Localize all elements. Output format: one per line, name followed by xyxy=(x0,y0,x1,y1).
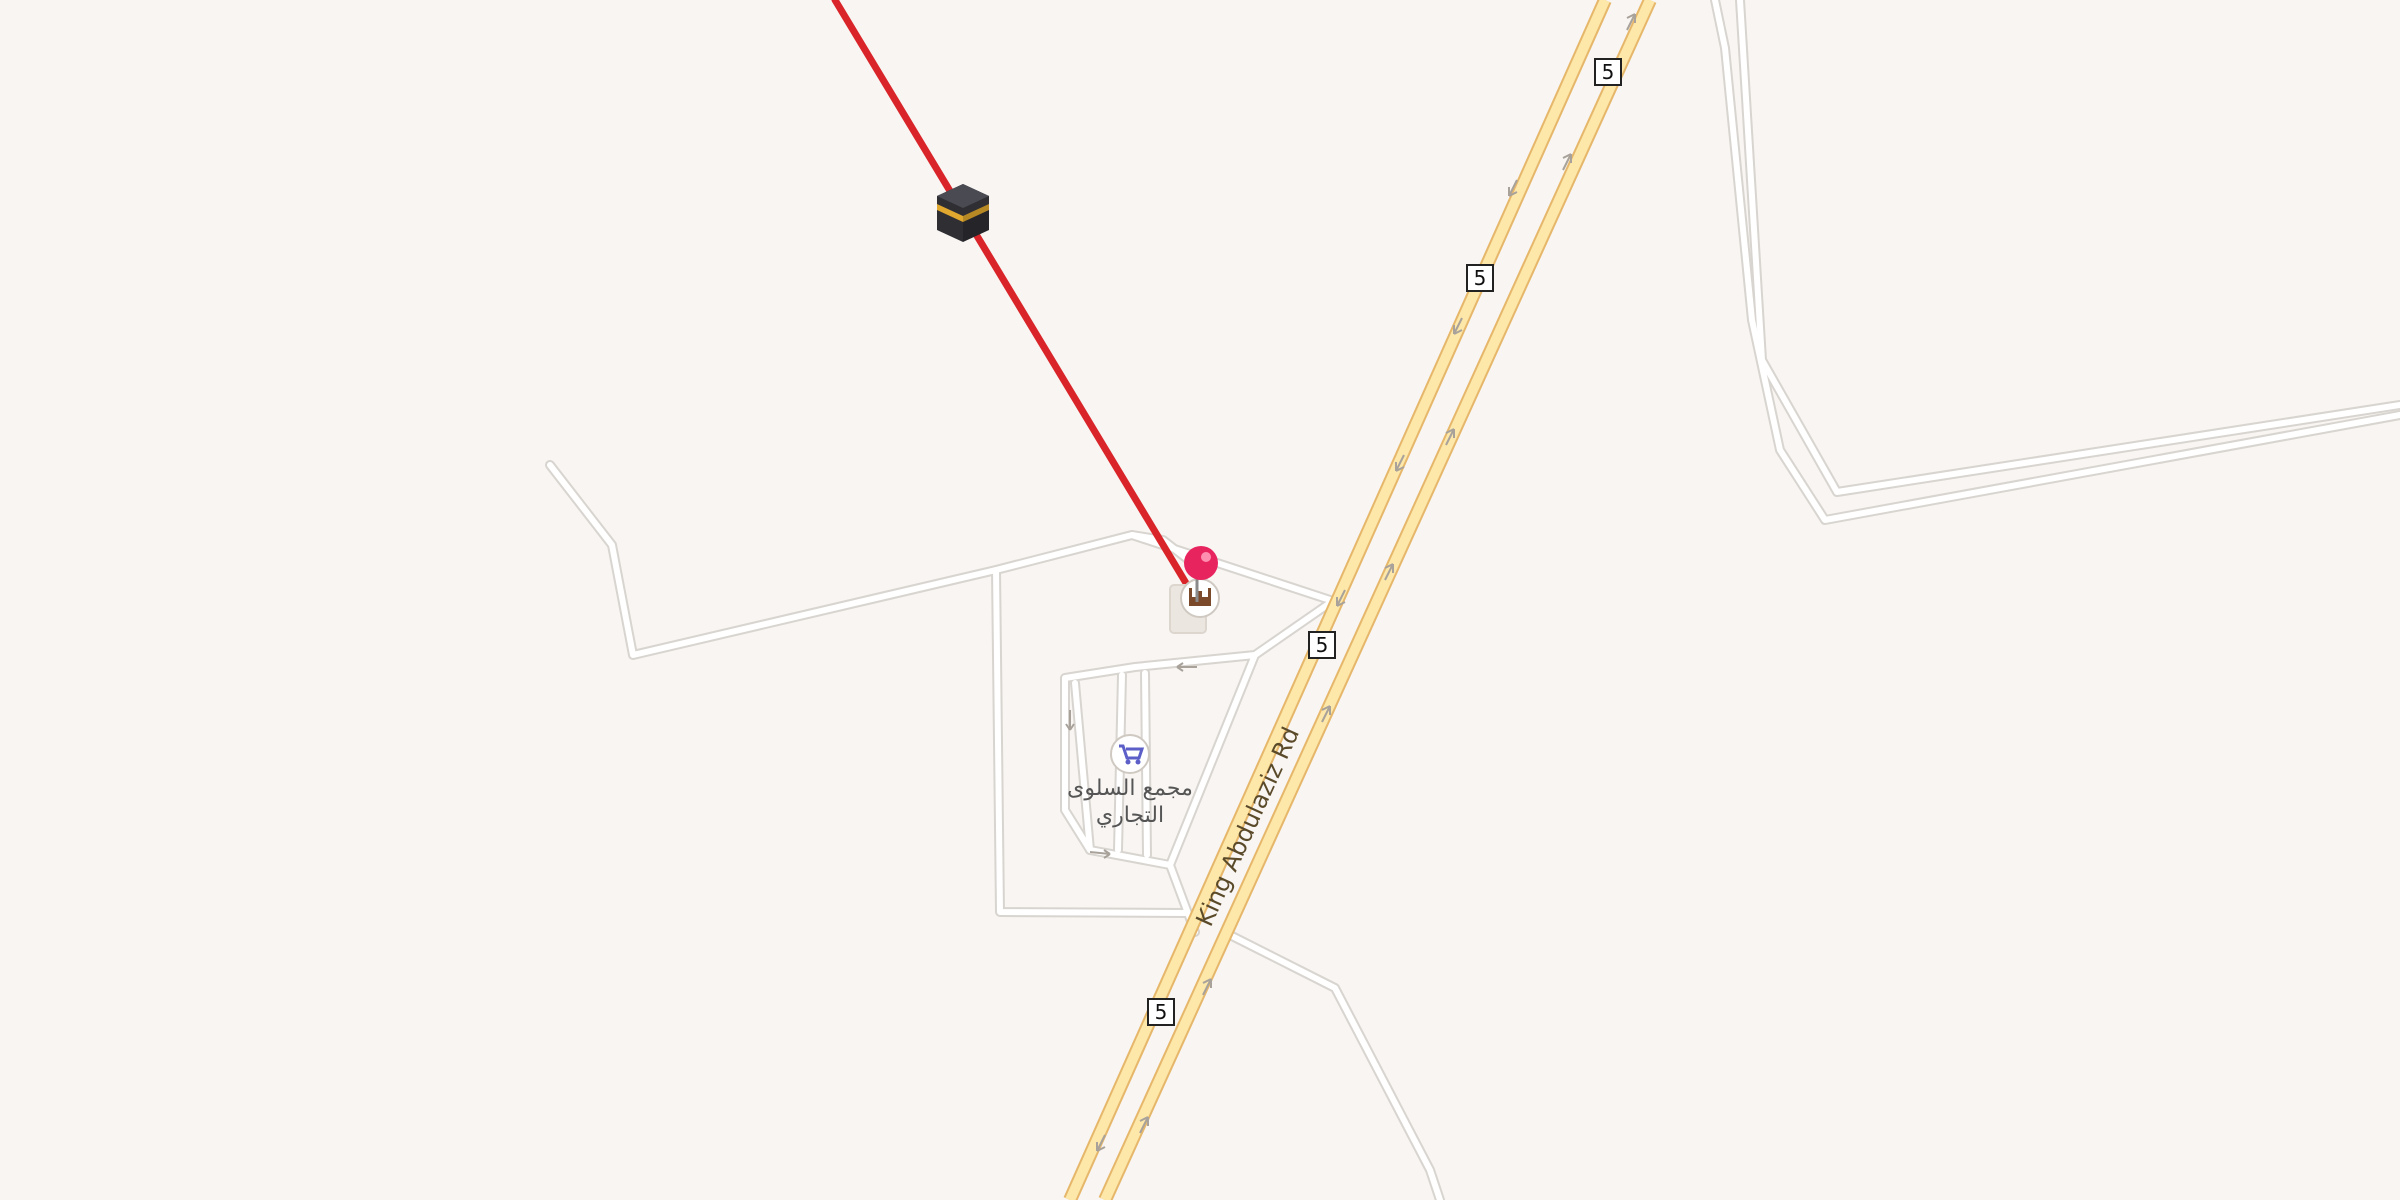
mosque-icon[interactable] xyxy=(1180,578,1220,618)
svg-text:5: 5 xyxy=(1316,633,1329,657)
route-shield: 5 xyxy=(1594,58,1622,86)
svg-text:5: 5 xyxy=(1474,266,1487,290)
svg-text:5: 5 xyxy=(1602,60,1615,84)
route-shield: 5 xyxy=(1466,264,1494,292)
route-shield: 5 xyxy=(1308,631,1336,659)
kaaba-icon[interactable] xyxy=(937,184,989,242)
map-canvas[interactable]: مجمع السلوى التجاري King Abdulaziz Rd 5 … xyxy=(0,0,2400,1200)
poi-label-line2: التجاري xyxy=(1096,803,1164,828)
shopping-cart-icon[interactable] xyxy=(1110,734,1150,774)
poi-label-line1: مجمع السلوى xyxy=(1067,776,1193,801)
svg-text:5: 5 xyxy=(1155,1000,1168,1024)
route-shield: 5 xyxy=(1147,998,1175,1026)
